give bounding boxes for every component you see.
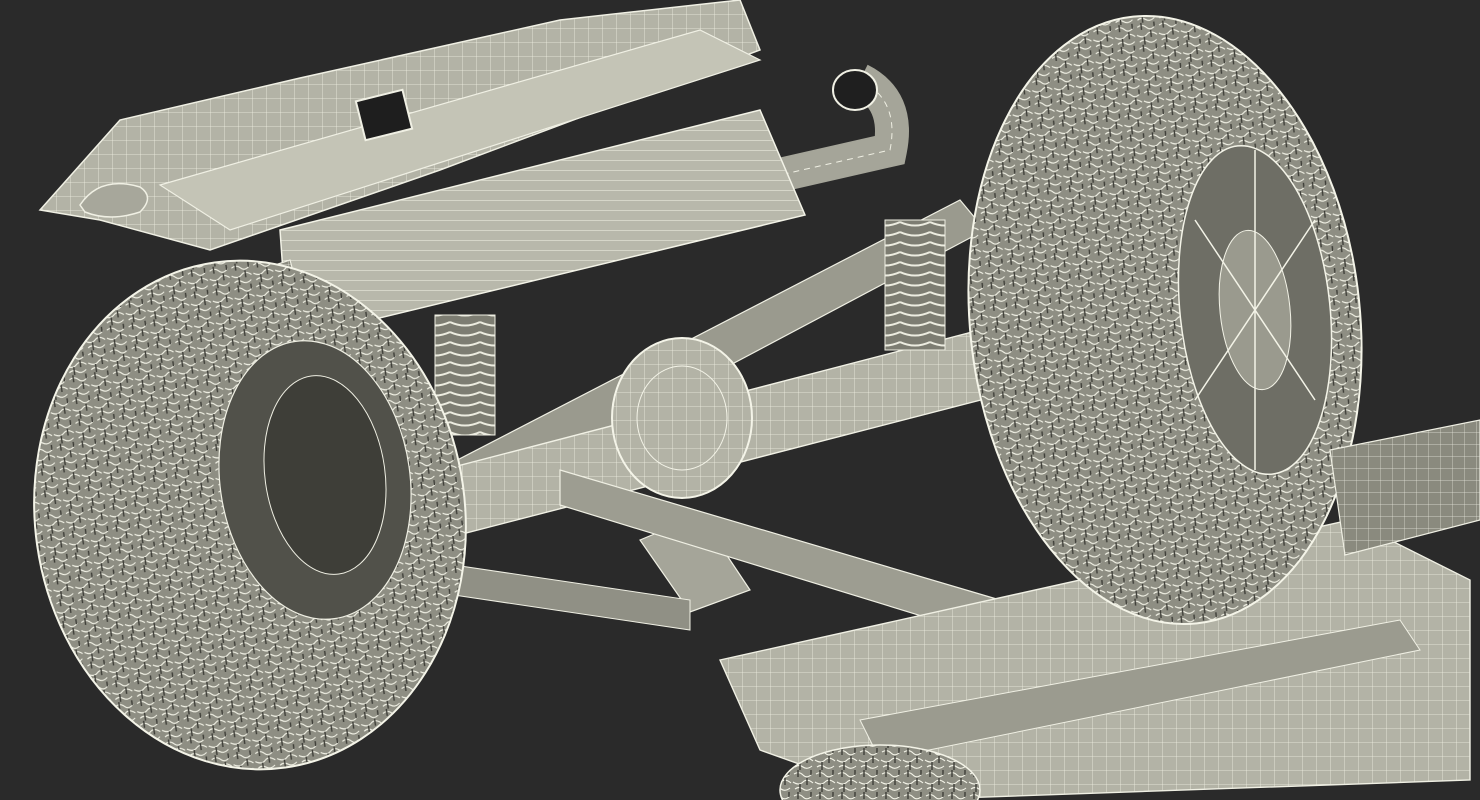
truck-underbody-render	[33, 0, 1480, 800]
differential	[611, 337, 753, 499]
left-tire	[33, 259, 467, 771]
exhaust-pipe	[776, 64, 909, 192]
coil-spring-right	[884, 219, 946, 351]
render-viewport	[0, 0, 1480, 800]
